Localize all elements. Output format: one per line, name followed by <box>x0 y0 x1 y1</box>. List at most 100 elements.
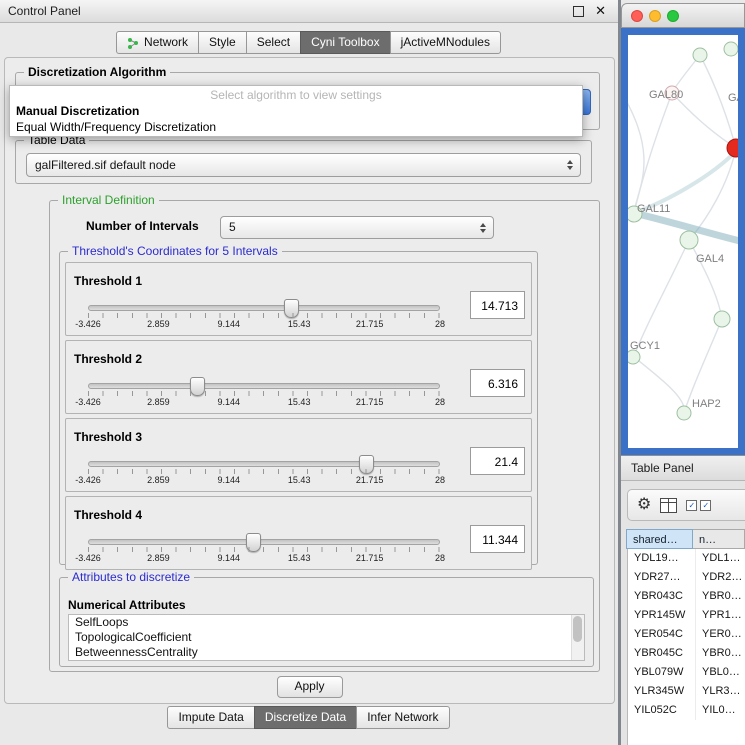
network-node[interactable] <box>677 406 691 420</box>
tab-select[interactable]: Select <box>246 31 301 54</box>
list-scrollbar[interactable] <box>571 615 584 660</box>
node-label-gal80: GAL80 <box>649 89 683 101</box>
network-node[interactable] <box>680 231 698 249</box>
popup-item-equal-width-frequency[interactable]: Equal Width/Frequency Discretization <box>10 119 582 135</box>
minimize-traffic-light[interactable] <box>649 10 661 22</box>
zoom-traffic-light[interactable] <box>667 10 679 22</box>
list-item[interactable]: SelfLoops <box>69 615 584 630</box>
tab-style[interactable]: Style <box>198 31 247 54</box>
slider-track[interactable] <box>88 305 440 311</box>
checkbox-icon[interactable]: ✓ <box>700 500 711 511</box>
close-traffic-light[interactable] <box>631 10 643 22</box>
table-row[interactable]: YPR145WYPR1… <box>628 606 745 625</box>
network-node[interactable] <box>693 48 707 62</box>
table-row[interactable]: YDR27…YDR2… <box>628 568 745 587</box>
tick-label: -3.426 <box>75 475 101 485</box>
tab-network[interactable]: Network <box>116 31 199 54</box>
table-cell[interactable]: YER0… <box>695 625 745 644</box>
scrollbar-thumb[interactable] <box>573 616 582 642</box>
table-panel-area: ⚙ ✓ ✓ shared… n… YDL19…YDL1…YDR27…YDR2…Y… <box>621 481 745 745</box>
float-window-icon[interactable] <box>573 6 584 17</box>
node-label-gcy1: GCY1 <box>630 340 660 352</box>
threshold-3-slider[interactable]: -3.4262.8599.14415.4321.71528 <box>88 455 440 487</box>
updown-arrows-icon <box>480 223 486 233</box>
table-row[interactable]: YIL052CYIL0… <box>628 701 745 720</box>
table-data-combobox[interactable]: galFiltered.sif default node <box>26 153 581 177</box>
threshold-4-slider[interactable]: -3.4262.8599.14415.4321.71528 <box>88 533 440 565</box>
table-cell[interactable]: YBR043C <box>628 587 695 606</box>
threshold-4-value-field[interactable]: 11.344 <box>470 525 525 553</box>
network-node[interactable] <box>714 311 730 327</box>
table-cell[interactable]: YBR045C <box>628 644 695 663</box>
slider-tick-labels: -3.4262.8599.14415.4321.71528 <box>88 553 440 564</box>
threshold-3-value-field[interactable]: 21.4 <box>470 447 525 475</box>
network-node-red[interactable] <box>727 139 738 157</box>
table-row[interactable]: YER054CYER0… <box>628 625 745 644</box>
threshold-2-label: Threshold 2 <box>74 352 142 366</box>
table-toolbar: ⚙ ✓ ✓ <box>627 489 745 521</box>
tab-infer-network[interactable]: Infer Network <box>356 706 449 729</box>
threshold-2-slider[interactable]: -3.4262.8599.14415.4321.71528 <box>88 377 440 409</box>
tab-jactivemnodules[interactable]: jActiveMNodules <box>390 31 501 54</box>
tab-discretize-data[interactable]: Discretize Data <box>254 706 357 729</box>
table-panel-titlebar[interactable]: Table Panel <box>621 455 745 481</box>
threshold-2-panel: Threshold 2 -3.4262.8599.14415.4321.7152… <box>65 340 532 414</box>
table-cell[interactable]: YIL0… <box>695 701 745 720</box>
number-of-intervals-combobox[interactable]: 5 <box>220 216 494 239</box>
list-item[interactable]: BetweennessCentrality <box>69 645 584 660</box>
node-label-hap2: HAP2 <box>692 398 721 410</box>
table-cell[interactable]: YBR0… <box>695 587 745 606</box>
table-cell[interactable]: YDR27… <box>628 568 695 587</box>
table-cell[interactable]: YDR2… <box>695 568 745 587</box>
apply-button[interactable]: Apply <box>277 676 343 698</box>
discretization-algorithm-label: Discretization Algorithm <box>24 65 170 79</box>
numerical-attributes-list[interactable]: SelfLoopsTopologicalCoefficientBetweenne… <box>68 614 585 661</box>
table-cell[interactable]: YLR3… <box>695 682 745 701</box>
table-cell[interactable]: YBL079W <box>628 663 695 682</box>
tab-impute-data[interactable]: Impute Data <box>167 706 254 729</box>
threshold-3-label: Threshold 3 <box>74 430 142 444</box>
node-label-partial: GA <box>728 92 738 104</box>
table-row[interactable]: YLR345WYLR3… <box>628 682 745 701</box>
network-node[interactable] <box>628 350 640 364</box>
table-row[interactable]: YDL19…YDL1… <box>628 549 745 568</box>
table-cell[interactable]: YPR1… <box>695 606 745 625</box>
tab-impute-data-label: Impute Data <box>178 707 243 728</box>
network-tab-icon <box>127 37 139 49</box>
number-of-intervals-label: Number of Intervals <box>86 219 199 233</box>
table-cell[interactable]: YPR145W <box>628 606 695 625</box>
column-header-shared-name[interactable]: shared… <box>626 529 693 549</box>
popup-item-manual-discretization[interactable]: Manual Discretization <box>10 103 582 119</box>
tick-label: -3.426 <box>75 319 101 329</box>
checkbox-icon[interactable]: ✓ <box>686 500 697 511</box>
gear-icon[interactable]: ⚙ <box>637 497 651 513</box>
slider-track[interactable] <box>88 539 440 545</box>
list-item[interactable]: TopologicalCoefficient <box>69 630 584 645</box>
slider-track[interactable] <box>88 383 440 389</box>
table-row[interactable]: YBL079WYBL0… <box>628 663 745 682</box>
table-row[interactable]: YBR045CYBR0… <box>628 644 745 663</box>
table-cell[interactable]: YLR345W <box>628 682 695 701</box>
table-cell[interactable]: YDL19… <box>628 549 695 568</box>
table-cell[interactable]: YBL0… <box>695 663 745 682</box>
thresholds-group: Threshold's Coordinates for 5 Intervals … <box>59 251 538 565</box>
column-header-name[interactable]: n… <box>692 529 745 549</box>
threshold-2-value-field[interactable]: 6.316 <box>470 369 525 397</box>
threshold-1-value-field[interactable]: 14.713 <box>470 291 525 319</box>
network-view-frame: GAL80 GA GAL11 GAL4 GCY1 HAP2 <box>621 28 745 455</box>
threshold-1-slider[interactable]: -3.4262.8599.14415.4321.71528 <box>88 299 440 331</box>
network-window-titlebar[interactable] <box>621 3 745 28</box>
slider-track[interactable] <box>88 461 440 467</box>
network-canvas[interactable]: GAL80 GA GAL11 GAL4 GCY1 HAP2 <box>628 35 738 448</box>
network-node[interactable] <box>724 42 738 56</box>
table-cell[interactable]: YIL052C <box>628 701 695 720</box>
close-icon[interactable]: ✕ <box>595 3 606 19</box>
table-data-group: Table Data galFiltered.sif default node <box>15 140 592 184</box>
node-table-body[interactable]: YDL19…YDL1…YDR27…YDR2…YBR043CYBR0…YPR145… <box>627 549 745 745</box>
columns-icon[interactable] <box>660 498 677 513</box>
table-cell[interactable]: YER054C <box>628 625 695 644</box>
table-cell[interactable]: YDL1… <box>695 549 745 568</box>
table-row[interactable]: YBR043CYBR0… <box>628 587 745 606</box>
table-cell[interactable]: YBR0… <box>695 644 745 663</box>
tab-cyni-toolbox[interactable]: Cyni Toolbox <box>300 31 390 54</box>
